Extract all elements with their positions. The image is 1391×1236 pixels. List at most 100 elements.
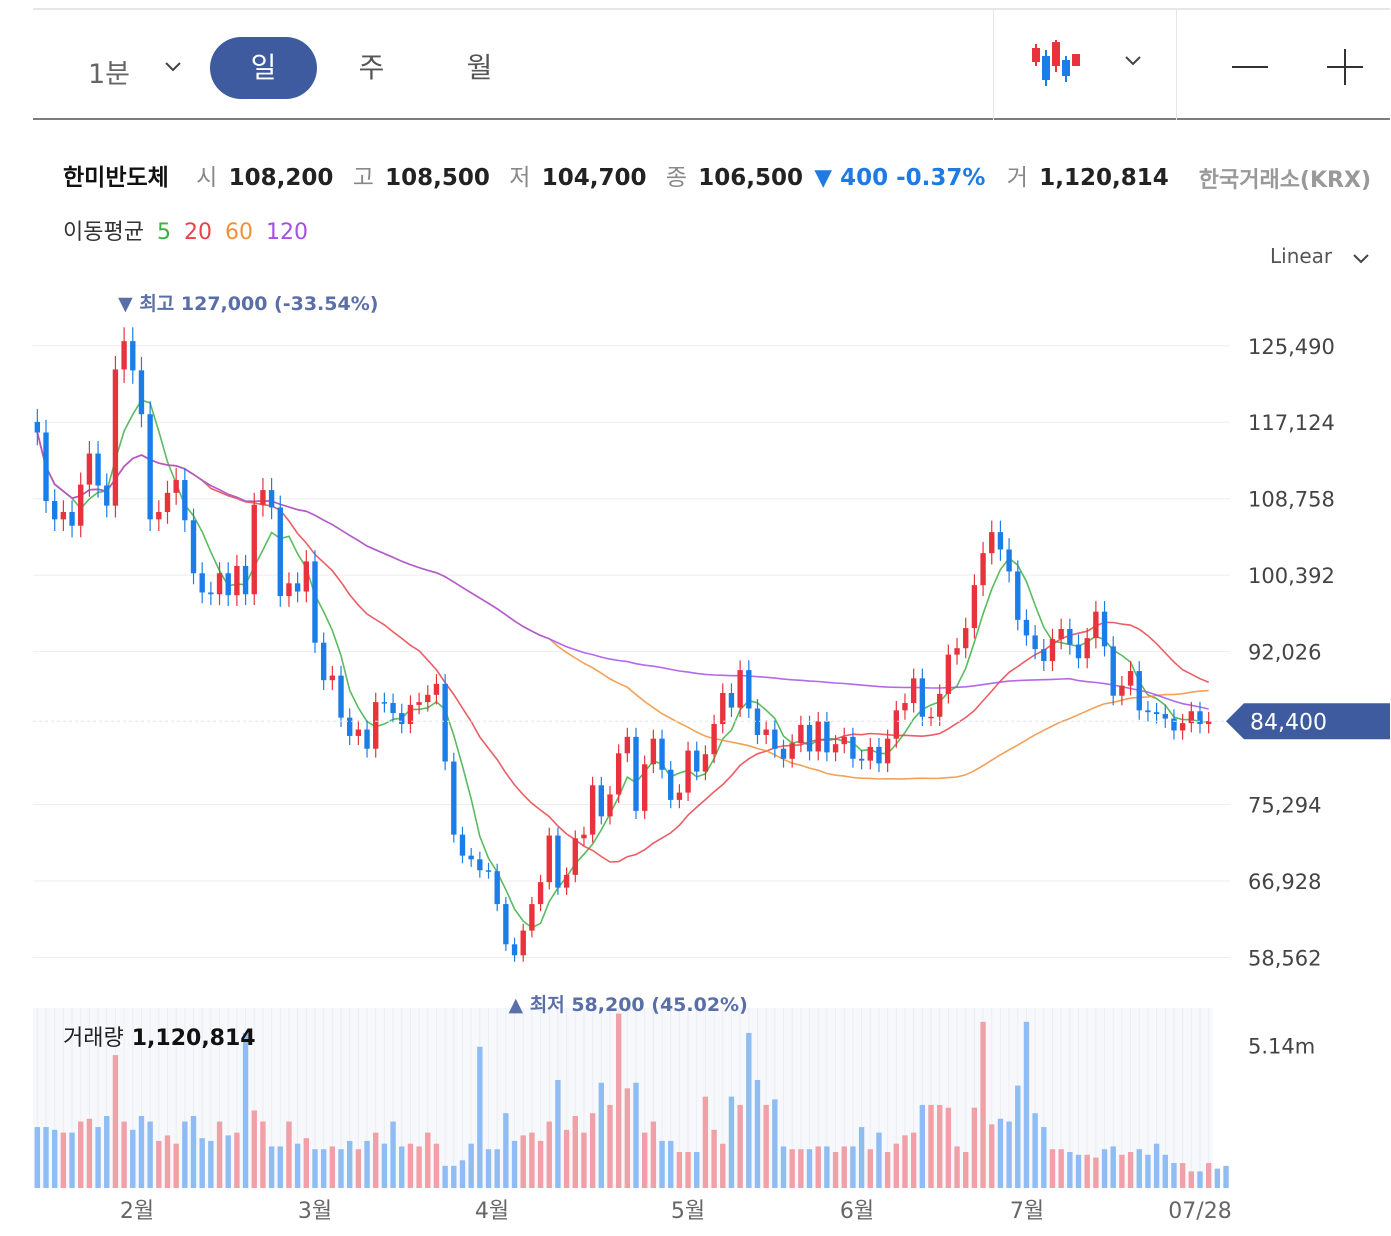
candle-body <box>112 369 119 506</box>
candle-body <box>1093 611 1099 639</box>
volume-bar <box>824 1146 830 1188</box>
candle-body <box>320 642 327 681</box>
volume-bar <box>494 1149 500 1188</box>
candle-body <box>1032 635 1038 650</box>
candle-body <box>876 746 882 764</box>
volume-bar <box>286 1121 292 1188</box>
candle-body <box>511 944 518 956</box>
candle-body <box>121 341 127 370</box>
ma-60-line <box>36 432 1209 780</box>
candle-body <box>216 573 223 595</box>
volume-bar <box>1093 1157 1099 1188</box>
x-tick-label: 6월 <box>840 1199 874 1224</box>
volume-bar <box>1006 1121 1012 1188</box>
candle-body <box>642 764 648 811</box>
candle-body <box>1067 629 1073 645</box>
candle-body <box>963 628 969 649</box>
candle-body <box>815 721 821 752</box>
volume-bar <box>815 1146 821 1188</box>
volume-bar <box>546 1121 552 1188</box>
volume-bar <box>858 1127 865 1188</box>
volume-bar <box>581 1132 587 1188</box>
volume-bar <box>138 1116 145 1188</box>
candle-body <box>303 561 309 592</box>
candle-body <box>173 480 179 493</box>
candle-body <box>850 736 856 759</box>
volume-bar <box>373 1132 379 1188</box>
candle-body <box>1127 671 1134 686</box>
candle-body <box>268 490 275 508</box>
candle-body <box>60 512 67 520</box>
volume-bar <box>642 1132 648 1188</box>
volume-bar <box>945 1107 952 1188</box>
volume-bar <box>971 1107 978 1188</box>
y-tick-label: 125,490 <box>1248 335 1335 359</box>
candle-body <box>746 670 752 709</box>
volume-bar <box>910 1132 917 1188</box>
candle-body <box>451 761 457 835</box>
candle-body <box>1153 712 1160 714</box>
volume-bar <box>954 1146 960 1188</box>
volume-bar <box>303 1138 309 1188</box>
candle-body <box>1101 611 1108 647</box>
volume-bar <box>668 1140 674 1188</box>
volume-bar <box>234 1132 240 1188</box>
candle-body <box>294 583 301 592</box>
volume-bar <box>95 1127 101 1188</box>
candle-body <box>884 738 891 764</box>
candle-body <box>633 736 639 811</box>
candle-body <box>277 507 283 597</box>
x-tick-label: 4월 <box>475 1199 509 1224</box>
volume-bar <box>1223 1165 1229 1188</box>
volume-bar <box>208 1140 214 1188</box>
candle-body <box>477 859 483 871</box>
candle-body <box>555 835 561 888</box>
volume-bar <box>1171 1163 1177 1188</box>
volume-bar <box>1136 1149 1142 1188</box>
volume-tick-label: 5.14m <box>1248 1035 1315 1059</box>
candle-body <box>971 585 978 629</box>
volume-bar <box>199 1138 205 1188</box>
volume-bar <box>763 1104 769 1188</box>
candle-body <box>676 792 683 800</box>
volume-panel-label: 거래량 <box>63 1026 124 1051</box>
candle-body <box>373 702 379 749</box>
volume-bar <box>1153 1143 1160 1188</box>
candle-body <box>902 703 908 711</box>
volume-bar <box>919 1104 926 1188</box>
volume-bar <box>902 1135 908 1188</box>
volume-bar <box>1127 1152 1134 1188</box>
candle-body <box>1171 718 1177 731</box>
candle-body <box>867 746 873 761</box>
volume-bar <box>520 1135 526 1188</box>
volume-bar <box>216 1121 223 1188</box>
volume-bar <box>399 1146 405 1188</box>
y-tick-label: 58,562 <box>1248 946 1321 970</box>
candle-body <box>130 341 136 371</box>
volume-bar <box>1179 1163 1186 1188</box>
volume-bar <box>615 1013 622 1188</box>
volume-bar <box>60 1132 67 1188</box>
candle-body <box>1162 714 1168 719</box>
volume-bar <box>34 1127 41 1188</box>
volume-bar <box>130 1129 136 1188</box>
volume-bar <box>1041 1127 1047 1188</box>
candle-body <box>919 678 926 717</box>
candle-body <box>624 736 631 754</box>
candle-body <box>1197 711 1203 725</box>
candle-body <box>928 716 934 719</box>
candle-body <box>1075 644 1082 659</box>
candle-body <box>694 750 700 772</box>
candle-body <box>659 738 665 770</box>
volume-bar <box>320 1149 327 1188</box>
candle-body <box>546 835 552 883</box>
volume-bar <box>1197 1171 1203 1188</box>
candle-body <box>832 744 839 753</box>
volume-bar <box>442 1165 448 1188</box>
candle-body <box>598 785 604 817</box>
volume-bar <box>1205 1163 1212 1188</box>
candle-body <box>858 758 865 761</box>
volume-bar <box>503 1113 509 1188</box>
volume-bar <box>1049 1149 1056 1188</box>
candle-body <box>937 693 943 717</box>
